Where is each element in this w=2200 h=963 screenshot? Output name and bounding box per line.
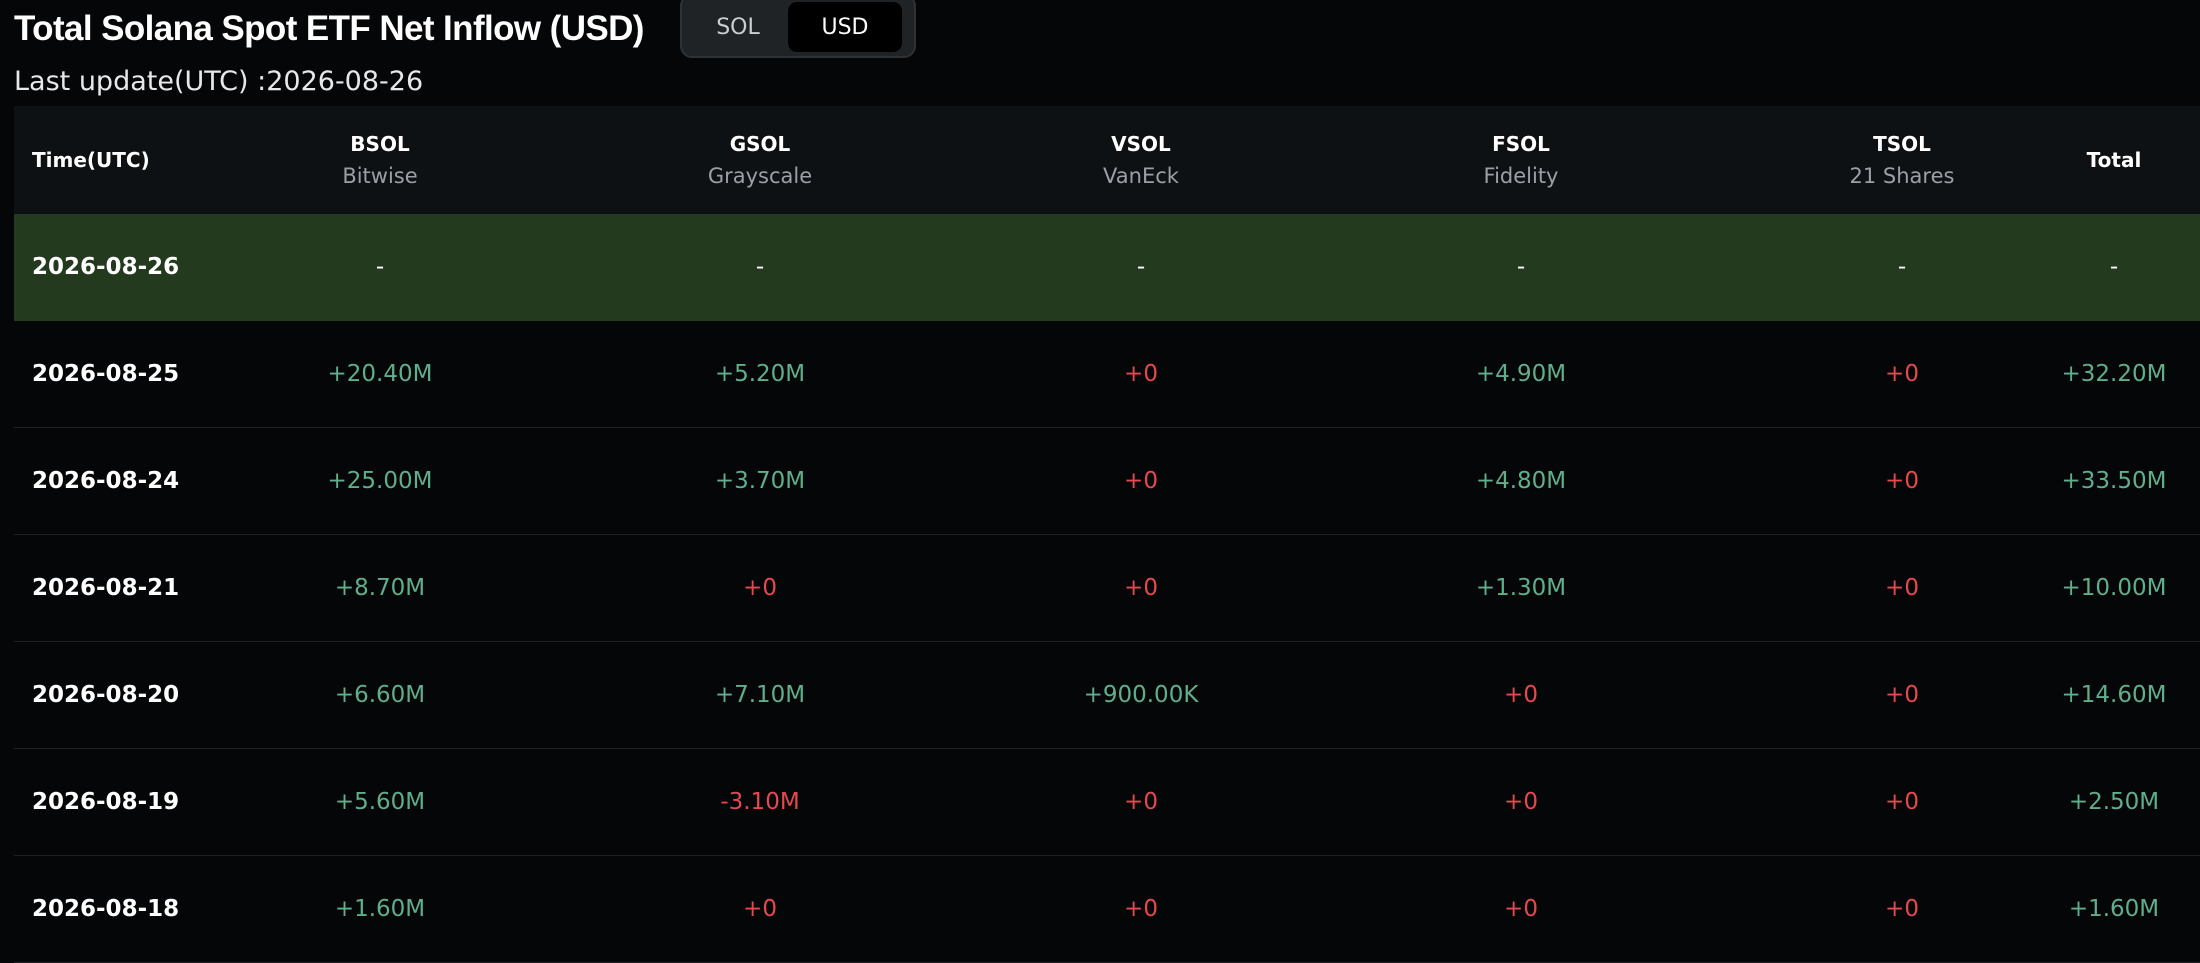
column-header-symbol: GSOL	[729, 132, 791, 156]
date-cell: 2026-08-20	[32, 682, 180, 708]
total-value-cell: +33.50M	[2061, 468, 2167, 494]
unit-toggle[interactable]: SOL USD	[680, 0, 916, 58]
bsol-value-cell: +6.60M	[334, 682, 426, 708]
bsol-value-cell: +20.40M	[327, 361, 433, 387]
total-value-cell: +32.20M	[2061, 361, 2167, 387]
fsol-value-cell: -	[1516, 254, 1526, 280]
table-row[interactable]: 2026-08-18 +1.60M +0 +0 +0 +0 +1.60M	[14, 856, 2200, 963]
gsol-value-cell: +0	[743, 575, 777, 601]
column-header-issuer: Bitwise	[342, 164, 418, 188]
gsol-value-cell: +0	[743, 896, 777, 922]
bsol-value-cell: +8.70M	[334, 575, 426, 601]
last-update-label: Last update(UTC) :2026-08-26	[14, 66, 424, 97]
gsol-value-cell: +5.20M	[714, 361, 806, 387]
page-title: Total Solana Spot ETF Net Inflow (USD)	[14, 9, 644, 48]
table-row[interactable]: 2026-08-20 +6.60M +7.10M +900.00K +0 +0 +14.60…	[14, 642, 2200, 749]
vsol-value-cell: -	[1136, 254, 1146, 280]
column-header-issuer: Fidelity	[1483, 164, 1559, 188]
tsol-value-cell: +0	[1885, 789, 1919, 815]
fsol-value-cell: +0	[1504, 682, 1538, 708]
total-value-cell: +2.50M	[2068, 789, 2160, 815]
gsol-value-cell: -3.10M	[720, 789, 800, 815]
vsol-value-cell: +0	[1124, 468, 1158, 494]
column-header-symbol: VSOL	[1111, 132, 1171, 156]
tsol-value-cell: +0	[1885, 468, 1919, 494]
column-header-issuer: Grayscale	[707, 164, 813, 188]
vsol-value-cell: +900.00K	[1083, 682, 1199, 708]
bsol-value-cell: +1.60M	[334, 896, 426, 922]
tsol-value-cell: +0	[1885, 896, 1919, 922]
total-value-cell: -	[2109, 254, 2119, 280]
column-header-label: Total	[2086, 148, 2142, 172]
fsol-value-cell: +4.80M	[1475, 468, 1567, 494]
gsol-value-cell: -	[755, 254, 765, 280]
total-value-cell: +10.00M	[2061, 575, 2167, 601]
date-cell: 2026-08-25	[32, 361, 180, 387]
column-header-bsol: BSOL Bitwise	[280, 106, 480, 214]
column-header-issuer: VanEck	[1103, 164, 1179, 188]
toggle-sol-option[interactable]: SOL	[688, 2, 788, 52]
table-body: 2026-08-26 - - - - - - 2026-08-25 +20.40M +5.20M +…	[14, 214, 2200, 963]
gsol-value-cell: +3.70M	[714, 468, 806, 494]
date-cell: 2026-08-21	[32, 575, 180, 601]
column-header-symbol: BSOL	[350, 132, 410, 156]
tsol-value-cell: -	[1897, 254, 1907, 280]
gsol-value-cell: +7.10M	[714, 682, 806, 708]
fsol-value-cell: +4.90M	[1475, 361, 1567, 387]
bsol-value-cell: -	[375, 254, 385, 280]
vsol-value-cell: +0	[1124, 896, 1158, 922]
column-header-fsol: FSOL Fidelity	[1421, 106, 1621, 214]
toggle-usd-option[interactable]: USD	[788, 2, 902, 52]
tsol-value-cell: +0	[1885, 361, 1919, 387]
date-cell: 2026-08-24	[32, 468, 180, 494]
column-header-gsol: GSOL Grayscale	[660, 106, 860, 214]
column-header-total: Total	[2034, 106, 2194, 214]
column-header-symbol: TSOL	[1873, 132, 1931, 156]
table-row[interactable]: 2026-08-25 +20.40M +5.20M +0 +4.90M +0 +32.20M	[14, 321, 2200, 428]
date-cell: 2026-08-18	[32, 896, 180, 922]
vsol-value-cell: +0	[1124, 361, 1158, 387]
bsol-value-cell: +5.60M	[334, 789, 426, 815]
date-cell: 2026-08-19	[32, 789, 180, 815]
vsol-value-cell: +0	[1124, 575, 1158, 601]
etf-flow-table: Time(UTC) BSOL Bitwise GSOL Grayscale VS…	[14, 106, 2200, 963]
table-row[interactable]: 2026-08-19 +5.60M -3.10M +0 +0 +0 +2.50M	[14, 749, 2200, 856]
fsol-value-cell: +1.30M	[1475, 575, 1567, 601]
tsol-value-cell: +0	[1885, 682, 1919, 708]
bsol-value-cell: +25.00M	[327, 468, 433, 494]
column-header-vsol: VSOL VanEck	[1041, 106, 1241, 214]
tsol-value-cell: +0	[1885, 575, 1919, 601]
total-value-cell: +1.60M	[2068, 896, 2160, 922]
column-header-tsol: TSOL 21 Shares	[1802, 106, 2002, 214]
total-value-cell: +14.60M	[2061, 682, 2167, 708]
fsol-value-cell: +0	[1504, 896, 1538, 922]
page-header: Total Solana Spot ETF Net Inflow (USD) S…	[14, 0, 2200, 100]
column-header-time: Time(UTC)	[32, 106, 150, 214]
column-header-label: Time(UTC)	[32, 148, 150, 172]
table-row[interactable]: 2026-08-24 +25.00M +3.70M +0 +4.80M +0 +33.50M	[14, 428, 2200, 535]
fsol-value-cell: +0	[1504, 789, 1538, 815]
date-cell: 2026-08-26	[32, 254, 180, 280]
column-header-symbol: FSOL	[1492, 132, 1550, 156]
column-header-issuer: 21 Shares	[1849, 164, 1955, 188]
table-header: Time(UTC) BSOL Bitwise GSOL Grayscale VS…	[14, 106, 2200, 214]
vsol-value-cell: +0	[1124, 789, 1158, 815]
table-row[interactable]: 2026-08-21 +8.70M +0 +0 +1.30M +0 +10.00M	[14, 535, 2200, 642]
table-row[interactable]: 2026-08-26 - - - - - -	[14, 214, 2200, 321]
